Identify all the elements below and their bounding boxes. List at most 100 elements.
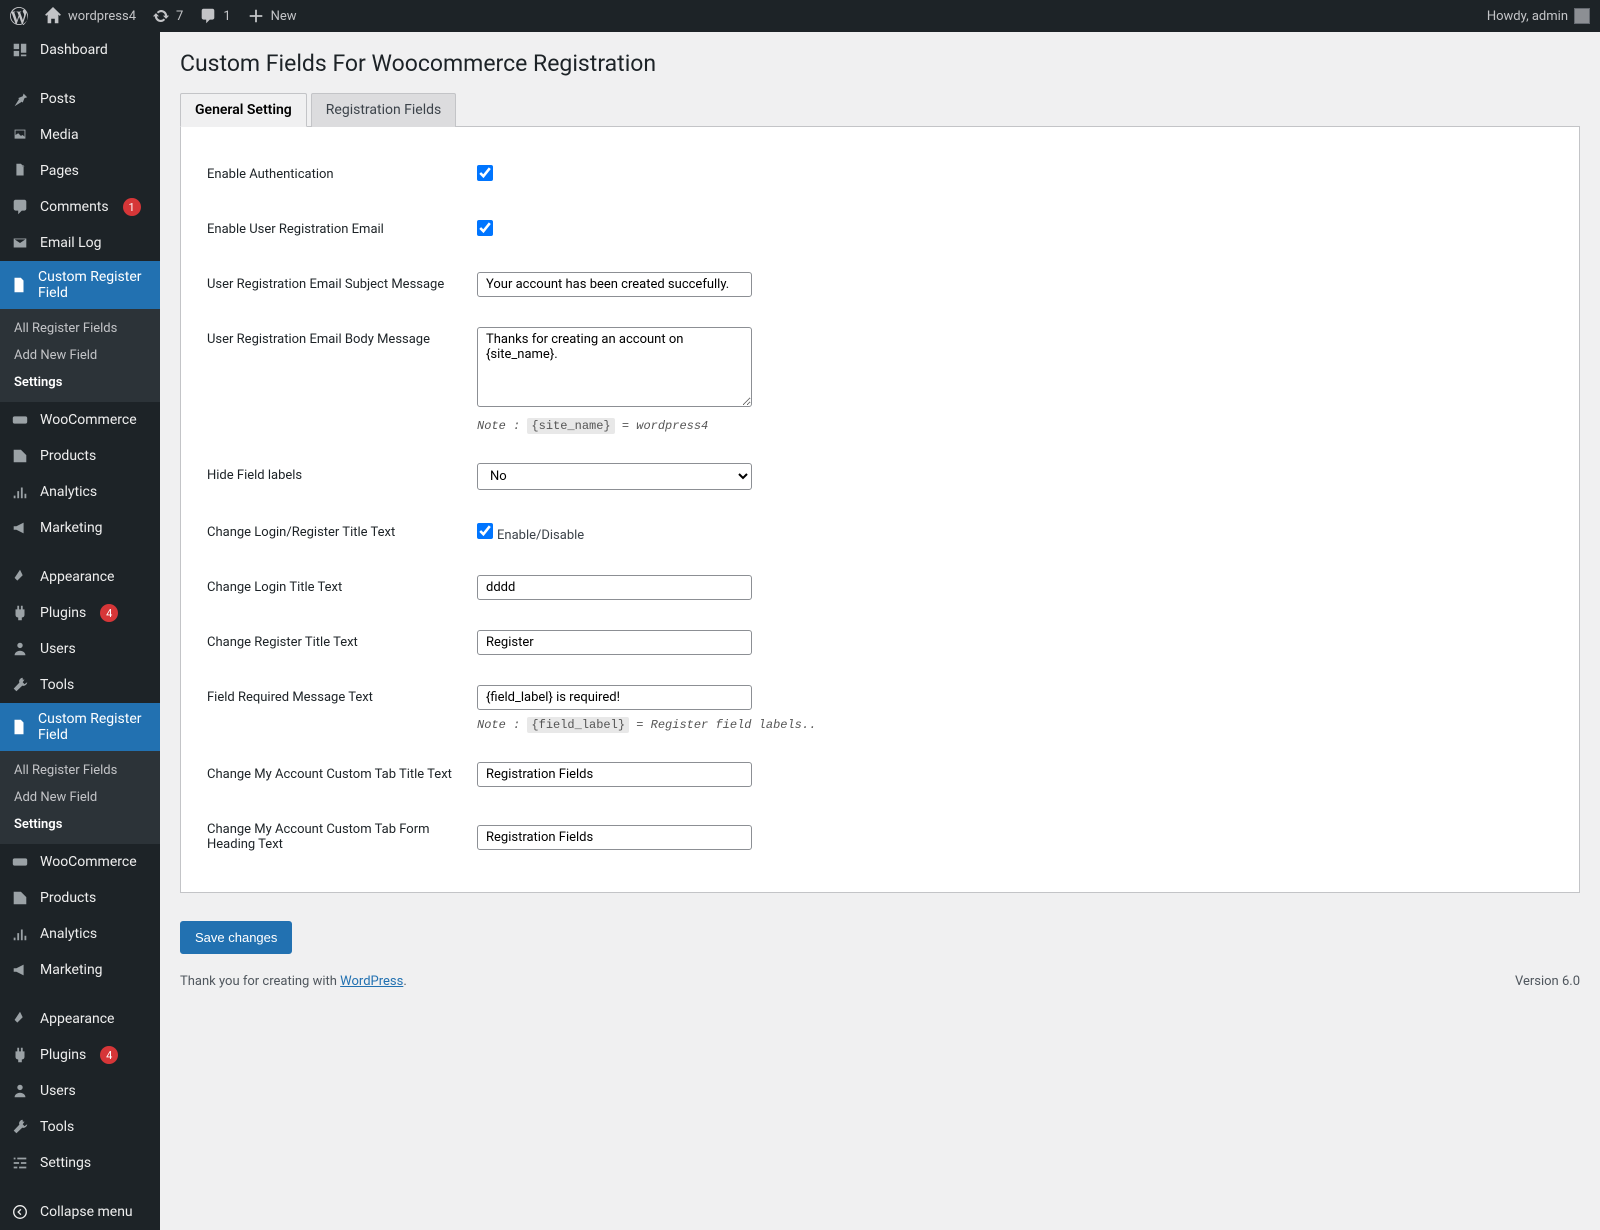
menu-posts[interactable]: Posts [0,81,160,117]
register-title-input[interactable] [477,630,752,655]
menu-appearance[interactable]: Appearance [0,559,160,595]
sub-all-2[interactable]: All Register Fields [0,757,160,784]
settings-icon [11,1154,29,1172]
page-icon [10,718,28,736]
change-title-checkbox[interactable] [477,523,493,539]
menu-tools[interactable]: Tools [0,667,160,703]
tab-reg[interactable]: Registration Fields [311,93,456,127]
sub-settings[interactable]: Settings [0,369,160,396]
admin-menu: Dashboard Posts Media Pages Comments1 Em… [0,32,160,1230]
footer-thank: Thank you for creating with WordPress. [180,974,407,989]
change-title-label: Change Login/Register Title Text [207,505,467,560]
body-label: User Registration Email Body Message [207,312,467,448]
plugins-badge: 4 [100,604,118,622]
crf-submenu: All Register Fields Add New Field Settin… [0,309,160,402]
appearance-icon [11,1010,29,1028]
comment-icon [199,7,217,25]
admin-bar: wordpress4 7 1 New Howdy, admin [0,0,1600,32]
home-icon [44,7,62,25]
plugins-badge: 4 [100,1046,118,1064]
menu-dashboard[interactable]: Dashboard [0,32,160,68]
required-msg-input[interactable] [477,685,752,710]
menu-emaillog[interactable]: Email Log [0,225,160,261]
tab-heading-label: Change My Account Custom Tab Form Headin… [207,802,467,872]
wp-logo[interactable] [10,7,28,25]
update-icon [152,7,170,25]
plus-icon [247,7,265,25]
menu-settings[interactable]: Settings [0,1145,160,1181]
mail-icon [11,234,29,252]
products-icon [11,889,29,907]
menu-tools-2[interactable]: Tools [0,1109,160,1145]
menu-users-2[interactable]: Users [0,1073,160,1109]
site-link[interactable]: wordpress4 [44,7,136,25]
menu-comments[interactable]: Comments1 [0,189,160,225]
plugins-icon [11,604,29,622]
dashboard-icon [11,41,29,59]
avatar [1574,8,1590,24]
hide-labels-label: Hide Field labels [207,448,467,505]
menu-woo-2[interactable]: WooCommerce [0,844,160,880]
tab-general[interactable]: General Setting [180,93,307,127]
enable-reg-email-label: Enable User Registration Email [207,202,467,257]
analytics-icon [11,925,29,943]
menu-media[interactable]: Media [0,117,160,153]
appearance-icon [11,568,29,586]
menu-marketing-2[interactable]: Marketing [0,952,160,988]
marketing-icon [11,519,29,537]
howdy-link[interactable]: Howdy, admin [1487,8,1590,24]
menu-pages[interactable]: Pages [0,153,160,189]
wordpress-link[interactable]: WordPress [340,974,403,989]
login-title-label: Change Login Title Text [207,560,467,615]
enable-reg-email-checkbox[interactable] [477,220,493,236]
body-textarea[interactable]: Thanks for creating an account on {site_… [477,327,752,407]
menu-plugins[interactable]: Plugins4 [0,595,160,631]
menu-analytics[interactable]: Analytics [0,474,160,510]
menu-appearance-2[interactable]: Appearance [0,1001,160,1037]
sub-settings-2[interactable]: Settings [0,811,160,838]
media-icon [11,126,29,144]
woo-icon [11,411,29,429]
menu-products-2[interactable]: Products [0,880,160,916]
sub-add[interactable]: Add New Field [0,342,160,369]
comments-badge: 1 [123,198,141,216]
pin-icon [11,90,29,108]
menu-crf-2[interactable]: Custom Register Field [0,703,160,751]
comments-link[interactable]: 1 [199,7,230,25]
body-note: Note : {site_name} = wordpress4 [477,419,1543,433]
subject-input[interactable] [477,272,752,297]
settings-panel: Enable Authentication Enable User Regist… [180,127,1580,893]
plugins-icon [11,1046,29,1064]
footer-version: Version 6.0 [1515,974,1580,989]
tab-heading-input[interactable] [477,825,752,850]
tab-title-label: Change My Account Custom Tab Title Text [207,747,467,802]
tools-icon [11,676,29,694]
menu-products[interactable]: Products [0,438,160,474]
analytics-icon [11,483,29,501]
users-icon [11,1082,29,1100]
collapse-menu[interactable]: Collapse menu [0,1194,160,1230]
new-link[interactable]: New [247,7,297,25]
updates-link[interactable]: 7 [152,7,183,25]
tab-title-input[interactable] [477,762,752,787]
login-title-input[interactable] [477,575,752,600]
menu-woo[interactable]: WooCommerce [0,402,160,438]
change-title-inline-label: Enable/Disable [497,528,584,543]
sub-add-2[interactable]: Add New Field [0,784,160,811]
required-msg-label: Field Required Message Text [207,670,467,747]
menu-plugins-2[interactable]: Plugins4 [0,1037,160,1073]
enable-auth-label: Enable Authentication [207,147,467,202]
comment-icon [11,198,29,216]
menu-analytics-2[interactable]: Analytics [0,916,160,952]
menu-users[interactable]: Users [0,631,160,667]
subject-label: User Registration Email Subject Message [207,257,467,312]
menu-marketing[interactable]: Marketing [0,510,160,546]
enable-auth-checkbox[interactable] [477,165,493,181]
crf-submenu-2: All Register Fields Add New Field Settin… [0,751,160,844]
hide-labels-select[interactable]: No [477,463,752,490]
sub-all[interactable]: All Register Fields [0,315,160,342]
save-button[interactable]: Save changes [180,921,292,954]
pages-icon [11,162,29,180]
menu-crf[interactable]: Custom Register Field [0,261,160,309]
marketing-icon [11,961,29,979]
